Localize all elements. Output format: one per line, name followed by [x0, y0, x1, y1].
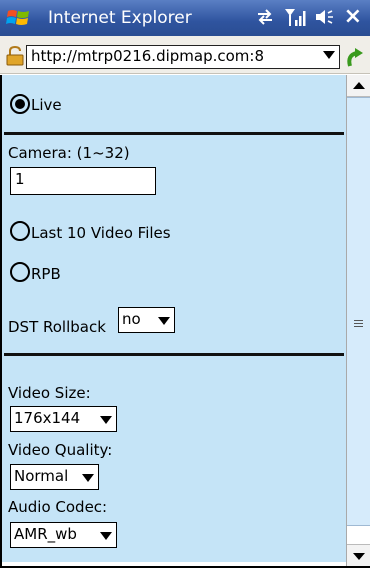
scroll-down-button[interactable] [347, 544, 370, 566]
audio-codec-value: AMR_wb [14, 525, 77, 543]
dst-select[interactable]: no [118, 307, 175, 333]
page-content: Live Camera: (1~32) 1 Last 10 Video File… [0, 75, 346, 562]
video-size-select[interactable]: 176x144 [10, 406, 117, 432]
divider [4, 132, 344, 135]
rpb-label: RPB [31, 265, 61, 283]
audio-codec-select[interactable]: AMR_wb [10, 522, 117, 548]
signal-icon[interactable] [284, 7, 306, 27]
url-text: http://mtrp0216.dipmap.com:8 [31, 47, 265, 65]
title-bar: Internet Explorer × [0, 0, 370, 36]
url-input[interactable]: http://mtrp0216.dipmap.com:8 [26, 45, 340, 69]
windows-flag-icon[interactable] [6, 6, 32, 30]
sync-icon[interactable] [255, 7, 275, 27]
go-arrow-icon[interactable] [344, 45, 366, 69]
video-quality-label: Video Quality: [8, 441, 113, 459]
address-bar: http://mtrp0216.dipmap.com:8 [0, 36, 370, 74]
video-quality-select[interactable]: Normal [10, 464, 99, 490]
volume-icon[interactable] [315, 7, 335, 27]
dst-label: DST Rollback [8, 318, 106, 336]
chevron-down-icon [158, 317, 170, 325]
scroll-thumb[interactable] [347, 97, 370, 526]
url-dropdown-icon[interactable] [323, 51, 335, 59]
last10-radio[interactable] [10, 221, 30, 241]
scroll-track[interactable] [347, 526, 370, 544]
dst-value: no [122, 310, 141, 328]
audio-codec-label: Audio Codec: [8, 498, 108, 516]
grip-icon [354, 320, 363, 327]
chevron-down-icon [100, 532, 112, 540]
last10-label: Last 10 Video Files [31, 224, 171, 242]
live-label: Live [31, 96, 62, 114]
video-size-label: Video Size: [8, 384, 91, 402]
rpb-radio[interactable] [10, 262, 30, 282]
status-icons: × [255, 6, 362, 28]
video-size-value: 176x144 [14, 409, 81, 427]
camera-input[interactable]: 1 [10, 167, 156, 195]
window-title: Internet Explorer [48, 8, 192, 28]
live-radio[interactable] [10, 94, 30, 114]
lock-icon [6, 46, 24, 66]
divider [4, 353, 344, 356]
close-icon[interactable]: × [344, 6, 362, 28]
camera-label: Camera: (1~32) [8, 144, 130, 162]
camera-value: 1 [15, 170, 25, 188]
scroll-up-button[interactable] [347, 75, 370, 97]
chevron-down-icon [100, 416, 112, 424]
chevron-down-icon [82, 474, 94, 482]
video-quality-value: Normal [14, 467, 69, 485]
vertical-scrollbar[interactable] [346, 75, 370, 566]
frame-border [0, 75, 2, 568]
